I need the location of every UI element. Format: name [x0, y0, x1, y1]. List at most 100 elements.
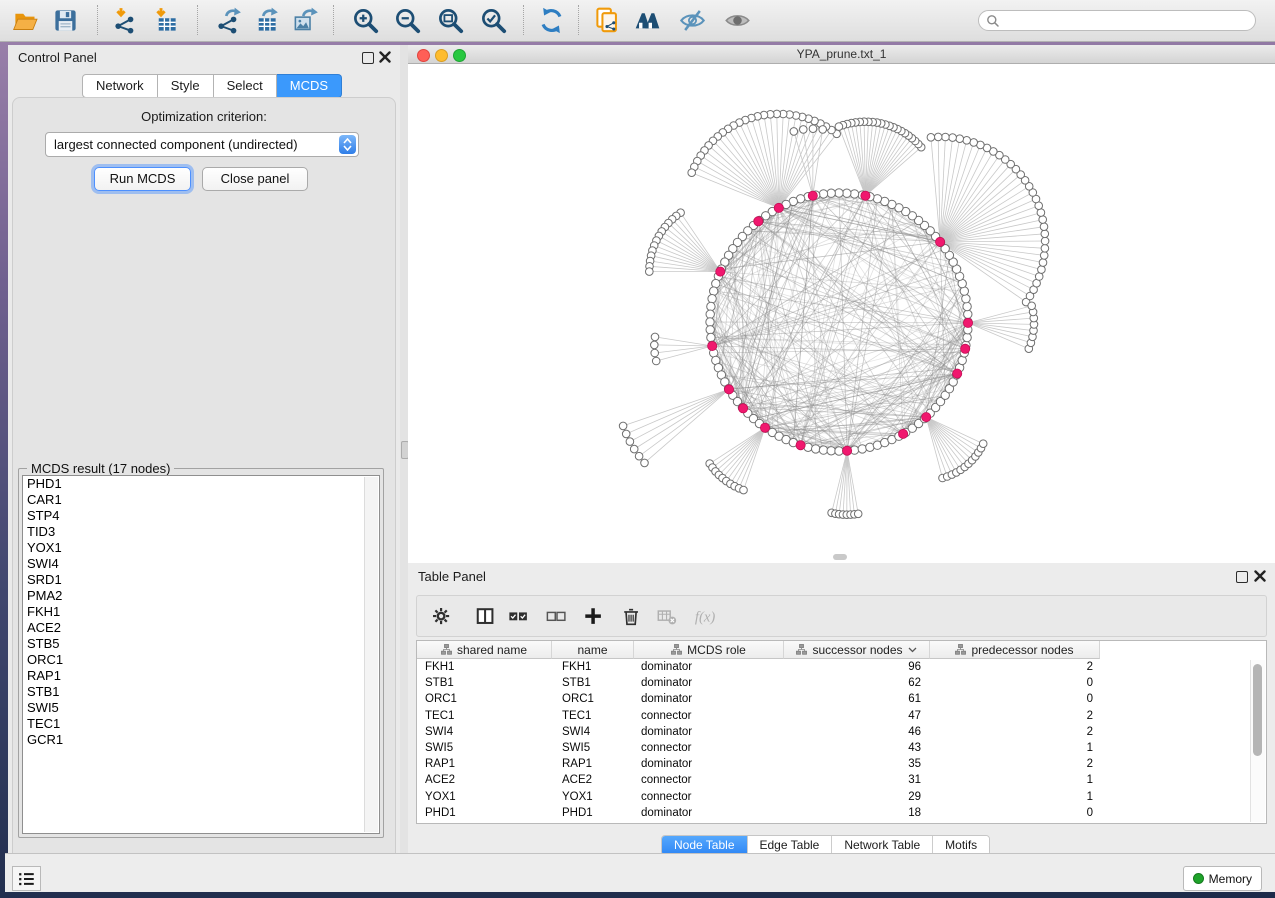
show-panels-button[interactable] [12, 866, 41, 891]
export-table-icon[interactable] [252, 7, 279, 34]
result-list-item[interactable]: SWI5 [23, 700, 379, 716]
save-session-icon[interactable] [52, 7, 79, 34]
result-list-item[interactable]: CAR1 [23, 492, 379, 508]
table-row[interactable]: ORC1ORC1dominator610 [417, 691, 1266, 707]
import-network-icon[interactable] [112, 7, 139, 34]
export-network-icon[interactable] [215, 7, 242, 34]
table-row[interactable]: STB1STB1dominator620 [417, 675, 1266, 691]
criterion-select[interactable]: largest connected component (undirected) [45, 132, 359, 157]
table-vscrollbar-thumb[interactable] [1253, 664, 1262, 756]
table-cell: connector [634, 710, 784, 722]
result-list-item[interactable]: TEC1 [23, 716, 379, 732]
result-list-item[interactable]: SRD1 [23, 572, 379, 588]
result-list-item[interactable]: ORC1 [23, 652, 379, 668]
table-row[interactable]: YOX1YOX1connector291 [417, 789, 1266, 805]
sort-desc-icon [908, 647, 917, 653]
zoom-fit-icon[interactable] [437, 7, 464, 34]
export-image-icon[interactable] [292, 7, 319, 34]
table-cell: YOX1 [417, 791, 552, 803]
result-list-item[interactable]: PHD1 [23, 476, 379, 492]
svg-text:f(x): f(x) [695, 610, 715, 626]
network-hscrollbar-thumb[interactable] [833, 554, 847, 560]
table-row[interactable]: SWI4SWI4dominator462 [417, 724, 1266, 740]
column-header-predecessor-nodes[interactable]: predecessor nodes [930, 641, 1100, 659]
table-row[interactable]: RAP1RAP1dominator352 [417, 756, 1266, 772]
column-header-label: MCDS role [687, 643, 746, 657]
table-cell: 43 [784, 742, 930, 754]
table-cell: STB1 [417, 677, 552, 689]
node-table: shared namename MCDS role successor nodesp… [416, 640, 1267, 824]
result-list-item[interactable]: STB5 [23, 636, 379, 652]
column-header-MCDS-role[interactable]: MCDS role [634, 641, 784, 659]
table-panel-title: Table Panel [418, 569, 486, 584]
memory-button[interactable]: Memory [1183, 866, 1262, 891]
network-graph[interactable] [408, 64, 1275, 563]
float-table-panel-icon[interactable] [1236, 571, 1248, 583]
result-list-item[interactable]: SWI4 [23, 556, 379, 572]
column-header-name[interactable]: name [552, 641, 634, 659]
hide-columns-icon[interactable] [656, 606, 678, 628]
import-table-icon[interactable] [152, 7, 179, 34]
result-list-item[interactable]: YOX1 [23, 540, 379, 556]
table-cell: 1 [930, 774, 1100, 786]
table-row[interactable]: ACE2ACE2connector311 [417, 772, 1266, 788]
open-session-icon[interactable] [12, 7, 39, 34]
first-neighbors-icon[interactable] [634, 7, 661, 34]
result-list-item[interactable]: STP4 [23, 508, 379, 524]
hide-style-eye-icon[interactable] [679, 7, 706, 34]
delete-column-icon[interactable] [621, 606, 643, 628]
column-header-successor-nodes[interactable]: successor nodes [784, 641, 930, 659]
result-list-item[interactable]: PMA2 [23, 588, 379, 604]
columns-icon[interactable] [475, 606, 497, 628]
table-cell: FKH1 [417, 661, 552, 673]
table-cell: RAP1 [417, 758, 552, 770]
fan-nodes[interactable] [619, 110, 1049, 518]
result-list-item[interactable]: TID3 [23, 524, 379, 540]
run-mcds-button[interactable]: Run MCDS [94, 167, 191, 191]
unselect-all-icon[interactable] [546, 606, 568, 628]
close-table-panel-icon[interactable] [1254, 570, 1266, 582]
search-input[interactable] [978, 10, 1256, 31]
result-list-item[interactable]: GCR1 [23, 732, 379, 748]
table-cell: ACE2 [552, 774, 634, 786]
result-list-item[interactable]: FKH1 [23, 604, 379, 620]
result-list-scrollbar[interactable] [364, 477, 378, 832]
table-cell: 18 [784, 807, 930, 819]
close-panel-button[interactable]: Close panel [202, 167, 308, 191]
control-panel-title: Control Panel [18, 50, 97, 65]
settings-gear-icon[interactable] [431, 606, 453, 628]
float-panel-icon[interactable] [362, 52, 374, 64]
result-list-item[interactable]: STB1 [23, 684, 379, 700]
refresh-icon[interactable] [538, 7, 565, 34]
criterion-selected-value: largest connected component (undirected) [46, 137, 339, 152]
network-window-titlebar[interactable]: YPA_prune.txt_1 [408, 45, 1275, 64]
table-cell: dominator [634, 677, 784, 689]
share-document-icon[interactable] [594, 7, 621, 34]
network-canvas[interactable] [408, 64, 1275, 563]
zoom-in-icon[interactable] [352, 7, 379, 34]
tab-style[interactable]: Style [158, 74, 214, 98]
table-row[interactable]: SWI5SWI5connector431 [417, 740, 1266, 756]
tab-network[interactable]: Network [82, 74, 158, 98]
zoom-selected-icon[interactable] [480, 7, 507, 34]
table-row[interactable]: PHD1PHD1dominator180 [417, 805, 1266, 821]
show-eye-icon[interactable] [724, 7, 751, 34]
table-row[interactable]: TEC1TEC1connector472 [417, 708, 1266, 724]
zoom-out-icon[interactable] [394, 7, 421, 34]
create-column-icon[interactable] [583, 606, 605, 628]
table-cell: 0 [930, 677, 1100, 689]
table-row[interactable]: FKH1FKH1dominator962 [417, 659, 1266, 675]
tab-select[interactable]: Select [214, 74, 277, 98]
function-builder-icon[interactable]: f(x) [694, 606, 716, 628]
column-header-shared-name[interactable]: shared name [417, 641, 552, 659]
tab-mcds[interactable]: MCDS [277, 74, 342, 98]
table-cell: PHD1 [552, 807, 634, 819]
select-all-icon[interactable] [508, 606, 530, 628]
close-panel-icon[interactable] [379, 51, 391, 63]
mcds-result-list[interactable]: PHD1CAR1STP4TID3YOX1SWI4SRD1PMA2FKH1ACE2… [22, 475, 380, 834]
table-vscrollbar[interactable] [1250, 660, 1265, 822]
result-list-item[interactable]: RAP1 [23, 668, 379, 684]
result-list-item[interactable]: ACE2 [23, 620, 379, 636]
table-cell: 0 [930, 693, 1100, 705]
vertical-splitter[interactable] [400, 45, 408, 853]
